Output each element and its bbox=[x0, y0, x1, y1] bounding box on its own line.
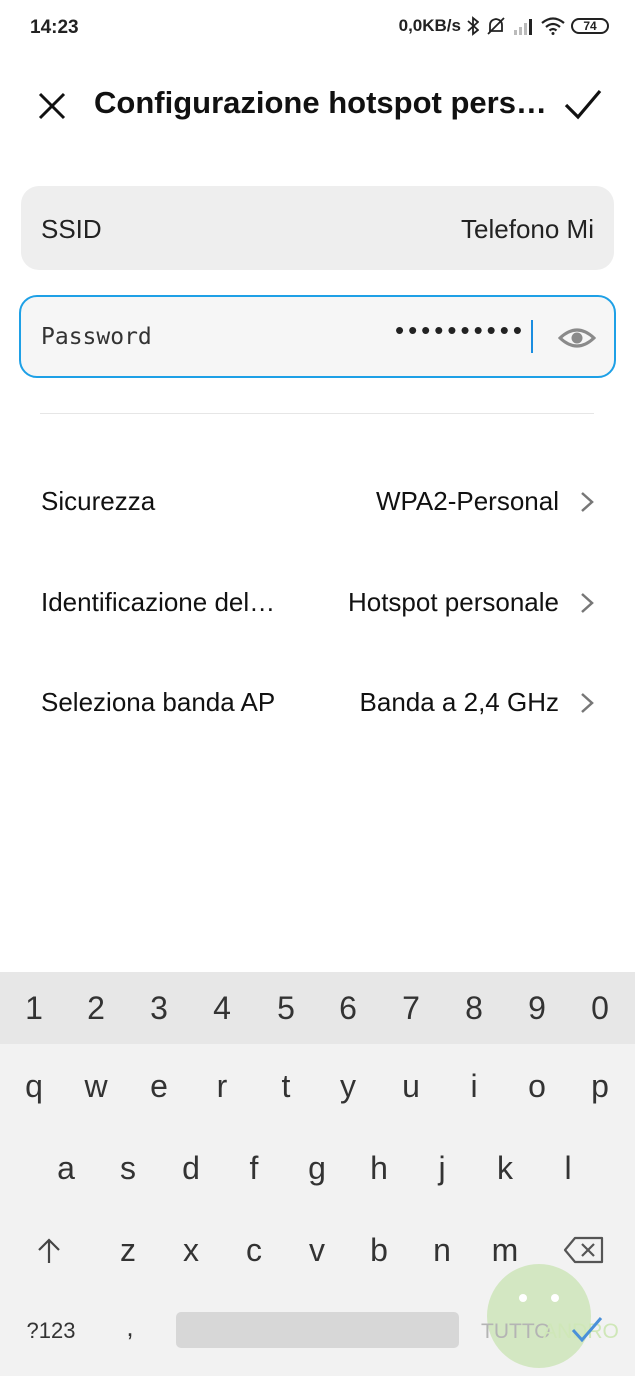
text-cursor bbox=[531, 320, 533, 353]
space-bar[interactable] bbox=[176, 1312, 459, 1348]
key-3[interactable]: 3 bbox=[129, 990, 189, 1027]
setting-label: Identificazione del… bbox=[41, 587, 276, 617]
key-p[interactable]: p bbox=[570, 1068, 630, 1105]
key-5[interactable]: 5 bbox=[256, 990, 316, 1027]
page-title: Configurazione hotspot pers… bbox=[94, 85, 544, 120]
password-value: •••••••••• bbox=[394, 315, 526, 345]
setting-value: Banda a 2,4 GHz bbox=[359, 687, 559, 717]
network-speed: 0,0KB/s bbox=[398, 16, 461, 35]
wifi-icon bbox=[541, 17, 565, 35]
key-c[interactable]: c bbox=[224, 1232, 284, 1269]
key-w[interactable]: w bbox=[66, 1068, 126, 1105]
battery-icon: 74 bbox=[571, 18, 609, 34]
bluetooth-icon bbox=[467, 16, 479, 36]
setting-value: WPA2-Personal bbox=[375, 486, 559, 516]
comma-key[interactable]: , bbox=[100, 1312, 160, 1343]
password-field[interactable]: Password •••••••••• bbox=[19, 295, 616, 378]
app-header: Configurazione hotspot pers… bbox=[0, 70, 635, 140]
watermark-logo: TUTTO ANDROID bbox=[481, 1264, 619, 1368]
signal-icon bbox=[514, 19, 532, 35]
eye-icon[interactable] bbox=[558, 321, 596, 355]
setting-value: Hotspot personale bbox=[347, 587, 559, 617]
setting-row-security[interactable]: Sicurezza WPA2-Personal bbox=[0, 466, 635, 536]
ssid-value: Telefono Mi bbox=[461, 214, 594, 244]
key-1[interactable]: 1 bbox=[4, 990, 64, 1027]
setting-row-ap-band[interactable]: Seleziona banda AP Banda a 2,4 GHz bbox=[0, 667, 635, 737]
ssid-field[interactable]: SSID Telefono Mi bbox=[21, 186, 614, 270]
key-a[interactable]: a bbox=[36, 1150, 96, 1187]
key-4[interactable]: 4 bbox=[192, 990, 252, 1027]
setting-label: Sicurezza bbox=[41, 486, 156, 516]
key-o[interactable]: o bbox=[507, 1068, 567, 1105]
key-h[interactable]: h bbox=[349, 1150, 409, 1187]
key-r[interactable]: r bbox=[192, 1068, 252, 1105]
key-q[interactable]: q bbox=[4, 1068, 64, 1105]
status-time: 14:23 bbox=[30, 17, 79, 38]
section-divider bbox=[40, 413, 594, 414]
setting-row-identification[interactable]: Identificazione del… Hotspot personale bbox=[0, 567, 635, 637]
mute-icon bbox=[487, 17, 505, 35]
key-d[interactable]: d bbox=[161, 1150, 221, 1187]
key-z[interactable]: z bbox=[98, 1232, 158, 1269]
key-g[interactable]: g bbox=[287, 1150, 347, 1187]
password-label: Password bbox=[41, 324, 152, 350]
key-k[interactable]: k bbox=[475, 1150, 535, 1187]
key-l[interactable]: l bbox=[538, 1150, 598, 1187]
chevron-right-icon bbox=[581, 693, 594, 713]
chevron-right-icon bbox=[581, 593, 594, 613]
key-y[interactable]: y bbox=[318, 1068, 378, 1105]
key-e[interactable]: e bbox=[129, 1068, 189, 1105]
setting-label: Seleziona banda AP bbox=[41, 687, 276, 717]
status-icons: 0,0KB/s 74 bbox=[399, 15, 609, 37]
key-t[interactable]: t bbox=[256, 1068, 316, 1105]
key-x[interactable]: x bbox=[161, 1232, 221, 1269]
battery-level: 74 bbox=[583, 19, 597, 33]
key-f[interactable]: f bbox=[224, 1150, 284, 1187]
key-6[interactable]: 6 bbox=[318, 990, 378, 1027]
key-8[interactable]: 8 bbox=[444, 990, 504, 1027]
symbols-key[interactable]: ?123 bbox=[14, 1318, 88, 1344]
key-0[interactable]: 0 bbox=[570, 990, 630, 1027]
key-u[interactable]: u bbox=[381, 1068, 441, 1105]
keyboard-number-row: 1 2 3 4 5 6 7 8 9 0 bbox=[0, 972, 635, 1044]
chevron-right-icon bbox=[581, 492, 594, 512]
key-7[interactable]: 7 bbox=[381, 990, 441, 1027]
key-j[interactable]: j bbox=[412, 1150, 472, 1187]
close-icon[interactable] bbox=[34, 88, 70, 124]
key-b[interactable]: b bbox=[349, 1232, 409, 1269]
key-s[interactable]: s bbox=[98, 1150, 158, 1187]
key-v[interactable]: v bbox=[287, 1232, 347, 1269]
key-n[interactable]: n bbox=[412, 1232, 472, 1269]
key-2[interactable]: 2 bbox=[66, 990, 126, 1027]
watermark-text-a: TUTTO bbox=[481, 1320, 551, 1343]
key-i[interactable]: i bbox=[444, 1068, 504, 1105]
check-icon[interactable] bbox=[562, 85, 604, 125]
status-bar: 14:23 0,0KB/s 74 bbox=[0, 0, 635, 56]
ssid-label: SSID bbox=[41, 214, 102, 244]
shift-icon[interactable] bbox=[34, 1236, 64, 1266]
key-9[interactable]: 9 bbox=[507, 990, 567, 1027]
